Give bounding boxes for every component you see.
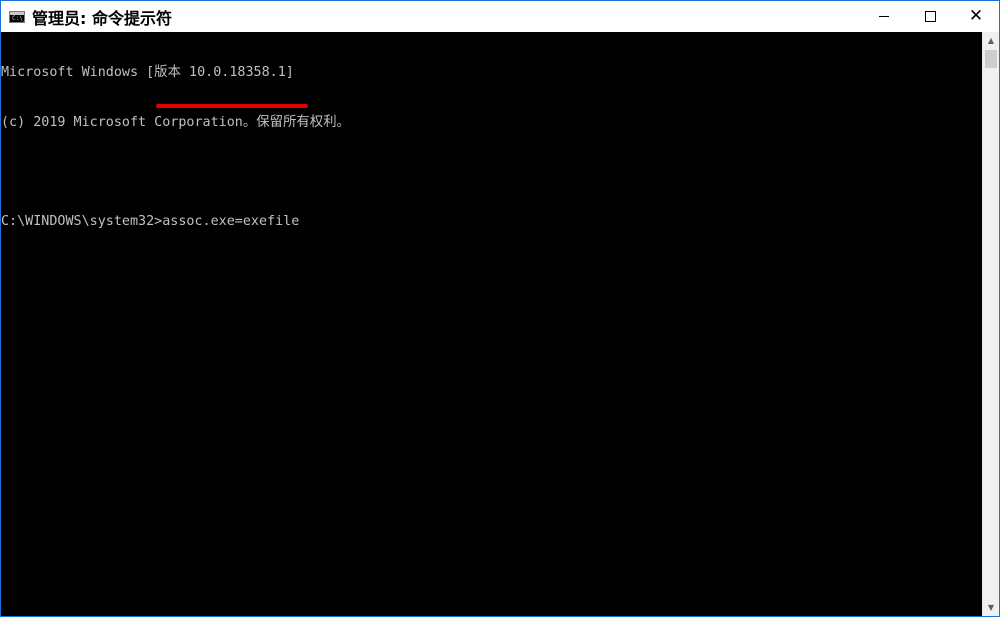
close-button[interactable]: ✕ [953, 1, 999, 32]
console-line-copyright: (c) 2019 Microsoft Corporation。保留所有权利。 [1, 114, 350, 130]
window-controls: ✕ [861, 1, 999, 32]
console-line-version: Microsoft Windows [版本 10.0.18358.1] [1, 65, 294, 80]
maximize-icon [924, 11, 936, 22]
red-underline-annotation [156, 104, 308, 108]
window-title: 管理员: 命令提示符 [32, 8, 172, 28]
maximize-button[interactable] [907, 1, 953, 32]
scroll-down-icon[interactable]: ▼ [983, 599, 999, 616]
minimize-button[interactable] [861, 1, 907, 32]
cmd-app-icon[interactable]: C:\_ [9, 10, 27, 23]
console-line-command: C:\WINDOWS\system32>assoc.exe=exefile [1, 213, 300, 229]
title-bar[interactable]: C:\_ 管理员: 命令提示符 ✕ [1, 1, 999, 32]
minimize-icon [879, 16, 889, 17]
scrollbar-thumb[interactable] [985, 50, 997, 68]
cmd-window: C:\_ 管理员: 命令提示符 ✕ Microsoft Windows [版本 … [0, 0, 1000, 617]
vertical-scrollbar[interactable]: ▲ ▼ [982, 32, 999, 616]
cmd-app-icon-label: C:\_ [12, 14, 27, 22]
console-output[interactable]: Microsoft Windows [版本 10.0.18358.1] (c) … [1, 32, 982, 616]
close-icon: ✕ [968, 6, 984, 26]
scroll-up-icon[interactable]: ▲ [983, 32, 999, 49]
